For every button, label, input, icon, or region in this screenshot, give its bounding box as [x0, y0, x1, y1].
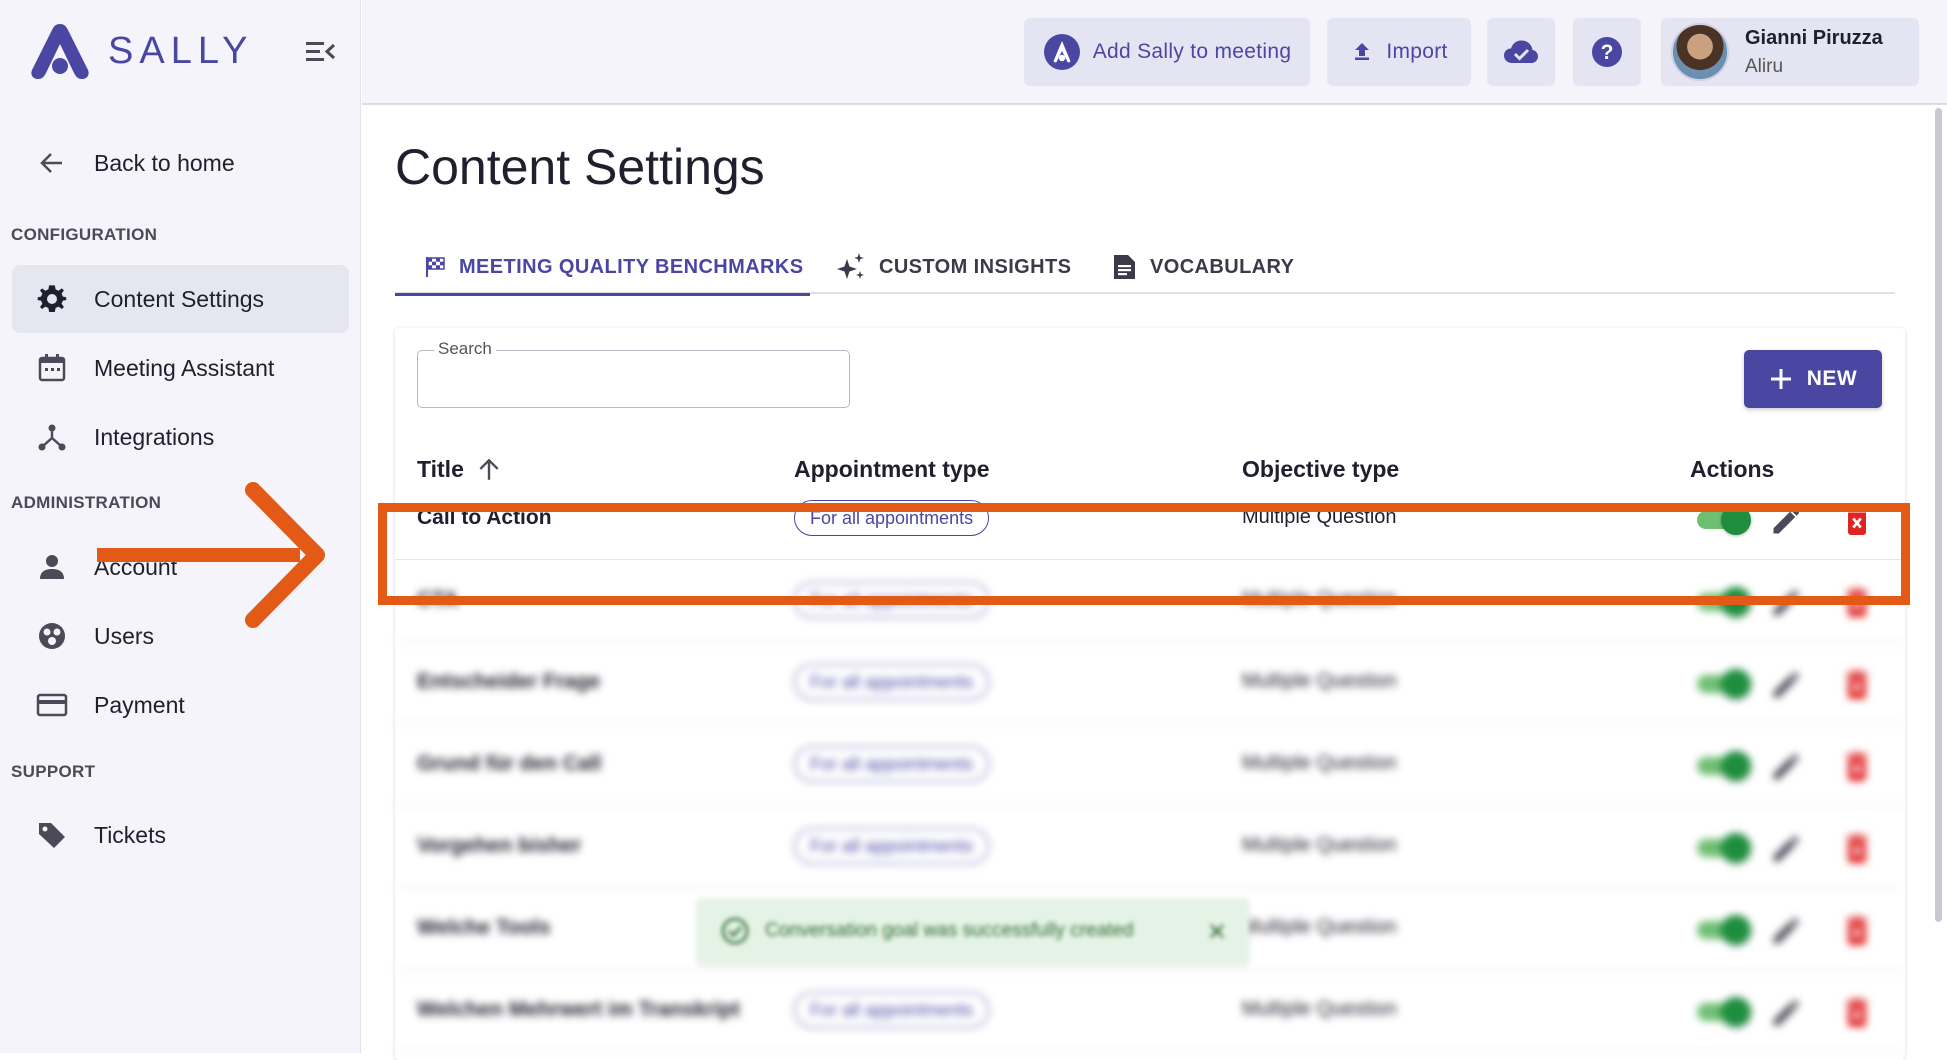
user-organization: Aliru	[1745, 55, 1784, 77]
edit-pencil-icon[interactable]	[1769, 830, 1805, 866]
cloud-sync-button[interactable]	[1487, 18, 1555, 86]
back-to-home-link[interactable]: Back to home	[12, 129, 349, 197]
search-field[interactable]: Search	[417, 339, 850, 408]
success-toast: Conversation goal was successfully creat…	[697, 898, 1249, 964]
delete-icon[interactable]	[1839, 748, 1875, 784]
section-support: SUPPORT	[11, 762, 96, 781]
import-button[interactable]: Import	[1327, 18, 1471, 86]
objective-type: Multiple Question	[1242, 752, 1397, 774]
tab-custom-insights[interactable]: CUSTOM INSIGHTS	[835, 240, 1075, 294]
appointment-type-chip: For all appointments	[794, 746, 990, 782]
sally-logo-icon	[31, 24, 89, 79]
page-title: Content Settings	[395, 139, 765, 195]
enable-toggle[interactable]	[1695, 997, 1751, 1027]
person-icon	[12, 551, 82, 583]
section-configuration: CONFIGURATION	[11, 225, 158, 244]
tab-label: MEETING QUALITY BENCHMARKS	[459, 255, 804, 278]
integrations-icon	[12, 421, 82, 453]
tab-bar: MEETING QUALITY BENCHMARKS CUSTOM INSIGH…	[395, 240, 1895, 296]
enable-toggle[interactable]	[1695, 751, 1751, 781]
import-label: Import	[1386, 40, 1448, 63]
row-title: Entscheider Frage	[417, 670, 601, 693]
scrollbar[interactable]	[1935, 108, 1942, 922]
avatar	[1671, 23, 1729, 81]
back-to-home-label: Back to home	[94, 149, 235, 176]
sidebar-item-meeting-assistant[interactable]: Meeting Assistant	[12, 334, 349, 402]
table-row[interactable]: Grund für den Call For all appointments Mu…	[395, 724, 1905, 806]
tab-meeting-quality-benchmarks[interactable]: MEETING QUALITY BENCHMARKS	[395, 240, 810, 296]
new-benchmark-button[interactable]: NEW	[1744, 350, 1882, 408]
enable-toggle[interactable]	[1695, 833, 1751, 863]
delete-icon[interactable]	[1839, 994, 1875, 1030]
highlight-box	[378, 503, 1910, 605]
new-button-label: NEW	[1806, 367, 1858, 390]
cloud-done-icon	[1504, 40, 1538, 63]
enable-toggle[interactable]	[1695, 915, 1751, 945]
svg-text:?: ?	[1601, 41, 1614, 64]
sally-logo[interactable]: SALLY	[28, 22, 253, 80]
credit-card-icon	[12, 689, 82, 721]
sidebar-item-tickets[interactable]: Tickets	[12, 801, 349, 869]
edit-pencil-icon[interactable]	[1769, 748, 1805, 784]
row-title: Welche Tools	[417, 916, 551, 939]
table-row[interactable]: Welchen Mehrwert im Transkript For all ap…	[395, 970, 1905, 1052]
tab-label: CUSTOM INSIGHTS	[879, 255, 1072, 278]
gear-icon	[12, 283, 82, 315]
edit-pencil-icon[interactable]	[1769, 666, 1805, 702]
upload-icon	[1355, 43, 1370, 60]
arrow-left-icon	[12, 147, 82, 179]
sidebar-item-integrations[interactable]: Integrations	[12, 403, 349, 471]
arrow-right-icon	[97, 482, 325, 628]
appointment-type-chip: For all appointments	[794, 992, 990, 1028]
sidebar-item-payment[interactable]: Payment	[12, 671, 349, 739]
row-title: Grund für den Call	[417, 752, 602, 775]
edit-pencil-icon[interactable]	[1769, 994, 1805, 1030]
objective-type: Multiple Question	[1242, 670, 1397, 692]
edit-pencil-icon[interactable]	[1769, 912, 1805, 948]
table-row[interactable]: Vorgehen bisher For all appointments Multi…	[395, 806, 1905, 888]
sidebar-item-label: Payment	[94, 691, 185, 718]
appointment-type-chip: For all appointments	[794, 828, 990, 864]
sidebar-item-content-settings[interactable]: Content Settings	[12, 265, 349, 333]
sidebar-item-label: Content Settings	[94, 285, 265, 312]
help-button[interactable]: ?	[1573, 18, 1641, 86]
tab-vocabulary[interactable]: VOCABULARY	[1110, 240, 1310, 294]
tag-icon	[12, 819, 82, 851]
enable-toggle[interactable]	[1695, 669, 1751, 699]
row-title: Welchen Mehrwert im Transkript	[417, 998, 740, 1021]
tab-label: VOCABULARY	[1150, 255, 1295, 278]
delete-icon[interactable]	[1839, 912, 1875, 948]
close-icon[interactable]: ✕	[1207, 918, 1227, 947]
user-profile-card[interactable]: Gianni Piruzza Aliru	[1661, 18, 1919, 86]
users-icon	[12, 620, 82, 652]
search-input[interactable]	[432, 365, 832, 395]
sally-badge-icon	[1043, 34, 1080, 70]
plus-icon	[1770, 369, 1791, 389]
add-sally-to-meeting-button[interactable]: Add Sally to meeting	[1024, 18, 1310, 86]
delete-icon[interactable]	[1839, 830, 1875, 866]
table-row[interactable]: Entscheider Frage For all appointments Mul…	[395, 642, 1905, 724]
objective-type: Multiple Question	[1242, 998, 1397, 1020]
search-label: Search	[434, 339, 496, 359]
add-sally-label: Add Sally to meeting	[1092, 40, 1292, 63]
sidebar-item-label: Meeting Assistant	[94, 354, 275, 381]
objective-type: Multiple Question	[1242, 834, 1397, 856]
collapse-sidebar-icon[interactable]	[304, 38, 336, 66]
row-title: Vorgehen bisher	[417, 834, 582, 857]
checkered-flag-icon	[426, 257, 445, 277]
check-circle-icon	[721, 917, 749, 945]
objective-type: Multiple Question	[1242, 916, 1397, 938]
sidebar-item-label: Integrations	[94, 423, 215, 450]
toast-message: Conversation goal was successfully creat…	[765, 920, 1134, 941]
appointment-type-chip: For all appointments	[794, 664, 990, 700]
help-icon: ?	[1592, 37, 1622, 67]
logo-text: SALLY	[108, 29, 254, 72]
calendar-icon	[12, 352, 82, 384]
user-name: Gianni Piruzza	[1745, 26, 1883, 49]
sidebar-item-label: Tickets	[94, 821, 166, 848]
delete-icon[interactable]	[1839, 666, 1875, 702]
sparkles-icon	[837, 253, 864, 279]
document-icon	[1114, 255, 1135, 279]
